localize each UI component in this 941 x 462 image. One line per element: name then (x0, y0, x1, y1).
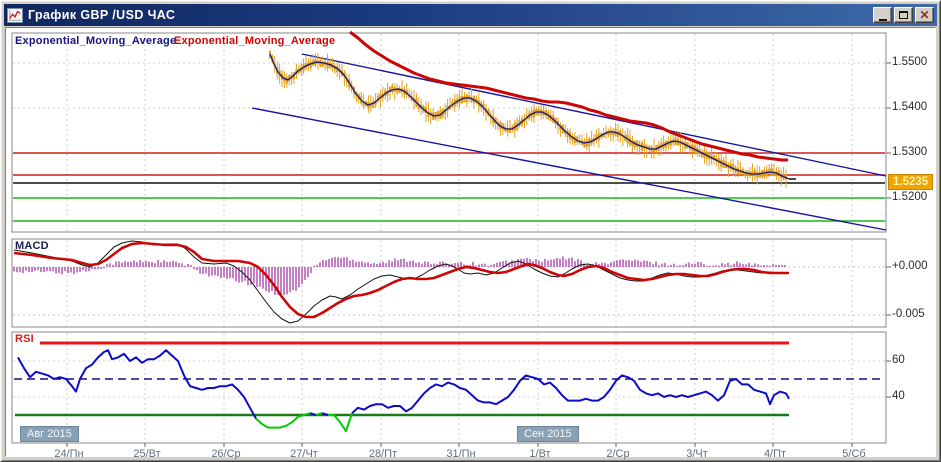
time-axis-label: 24/Пн (54, 448, 84, 460)
time-axis-label: 4/Пт (763, 448, 787, 460)
chart-window: График GBP /USD ЧАС ✕ Exponential_Moving… (0, 0, 941, 462)
rsi-axis-label: 60 (892, 354, 905, 366)
time-axis-label: 5/Сб (842, 448, 866, 460)
minimize-icon (878, 18, 887, 21)
chart-line-icon (7, 7, 23, 23)
time-axis-label: 2/Ср (606, 448, 630, 460)
close-icon: ✕ (919, 7, 930, 22)
time-axis-label: 26/Ср (211, 448, 241, 460)
month-badge: Сен 2015 (517, 426, 579, 442)
month-badge: Авг 2015 (20, 426, 79, 442)
maximize-icon (899, 11, 908, 19)
maximize-button[interactable] (894, 7, 913, 23)
current-price-badge: 1.5235 (888, 174, 934, 190)
time-axis-label: 27/Чт (290, 448, 318, 460)
macd-axis-label: +0.000 (892, 260, 928, 272)
indicator-label-rsi: RSI (15, 333, 34, 345)
chart-canvas[interactable] (6, 28, 939, 460)
time-axis-label: 28/Пт (368, 448, 398, 460)
indicator-label-ema-fast: Exponential_Moving_Average (15, 35, 177, 47)
indicator-label-ema-slow: Exponential_Moving_Average (174, 35, 336, 47)
title-bar[interactable]: График GBP /USD ЧАС ✕ (4, 4, 937, 26)
time-axis-label: 1/Вт (529, 448, 551, 460)
price-axis-label: 1.5200 (892, 191, 928, 203)
price-axis-label: 1.5400 (892, 101, 928, 113)
time-axis-label: 25/Вт (133, 448, 161, 460)
window-title: График GBP /USD ЧАС (28, 8, 176, 22)
indicator-label-macd: MACD (15, 240, 49, 252)
rsi-axis-label: 40 (892, 390, 905, 402)
minimize-button[interactable] (873, 7, 892, 23)
close-button[interactable]: ✕ (915, 7, 934, 23)
time-axis-label: 31/Пн (446, 448, 476, 460)
price-axis-label: 1.5300 (892, 146, 928, 158)
chart-client-area: Exponential_Moving_Average Exponential_M… (5, 27, 939, 460)
time-axis-label: 3/Чт (686, 448, 708, 460)
price-axis-label: 1.5500 (892, 56, 928, 68)
macd-axis-label: -0.005 (892, 308, 925, 320)
